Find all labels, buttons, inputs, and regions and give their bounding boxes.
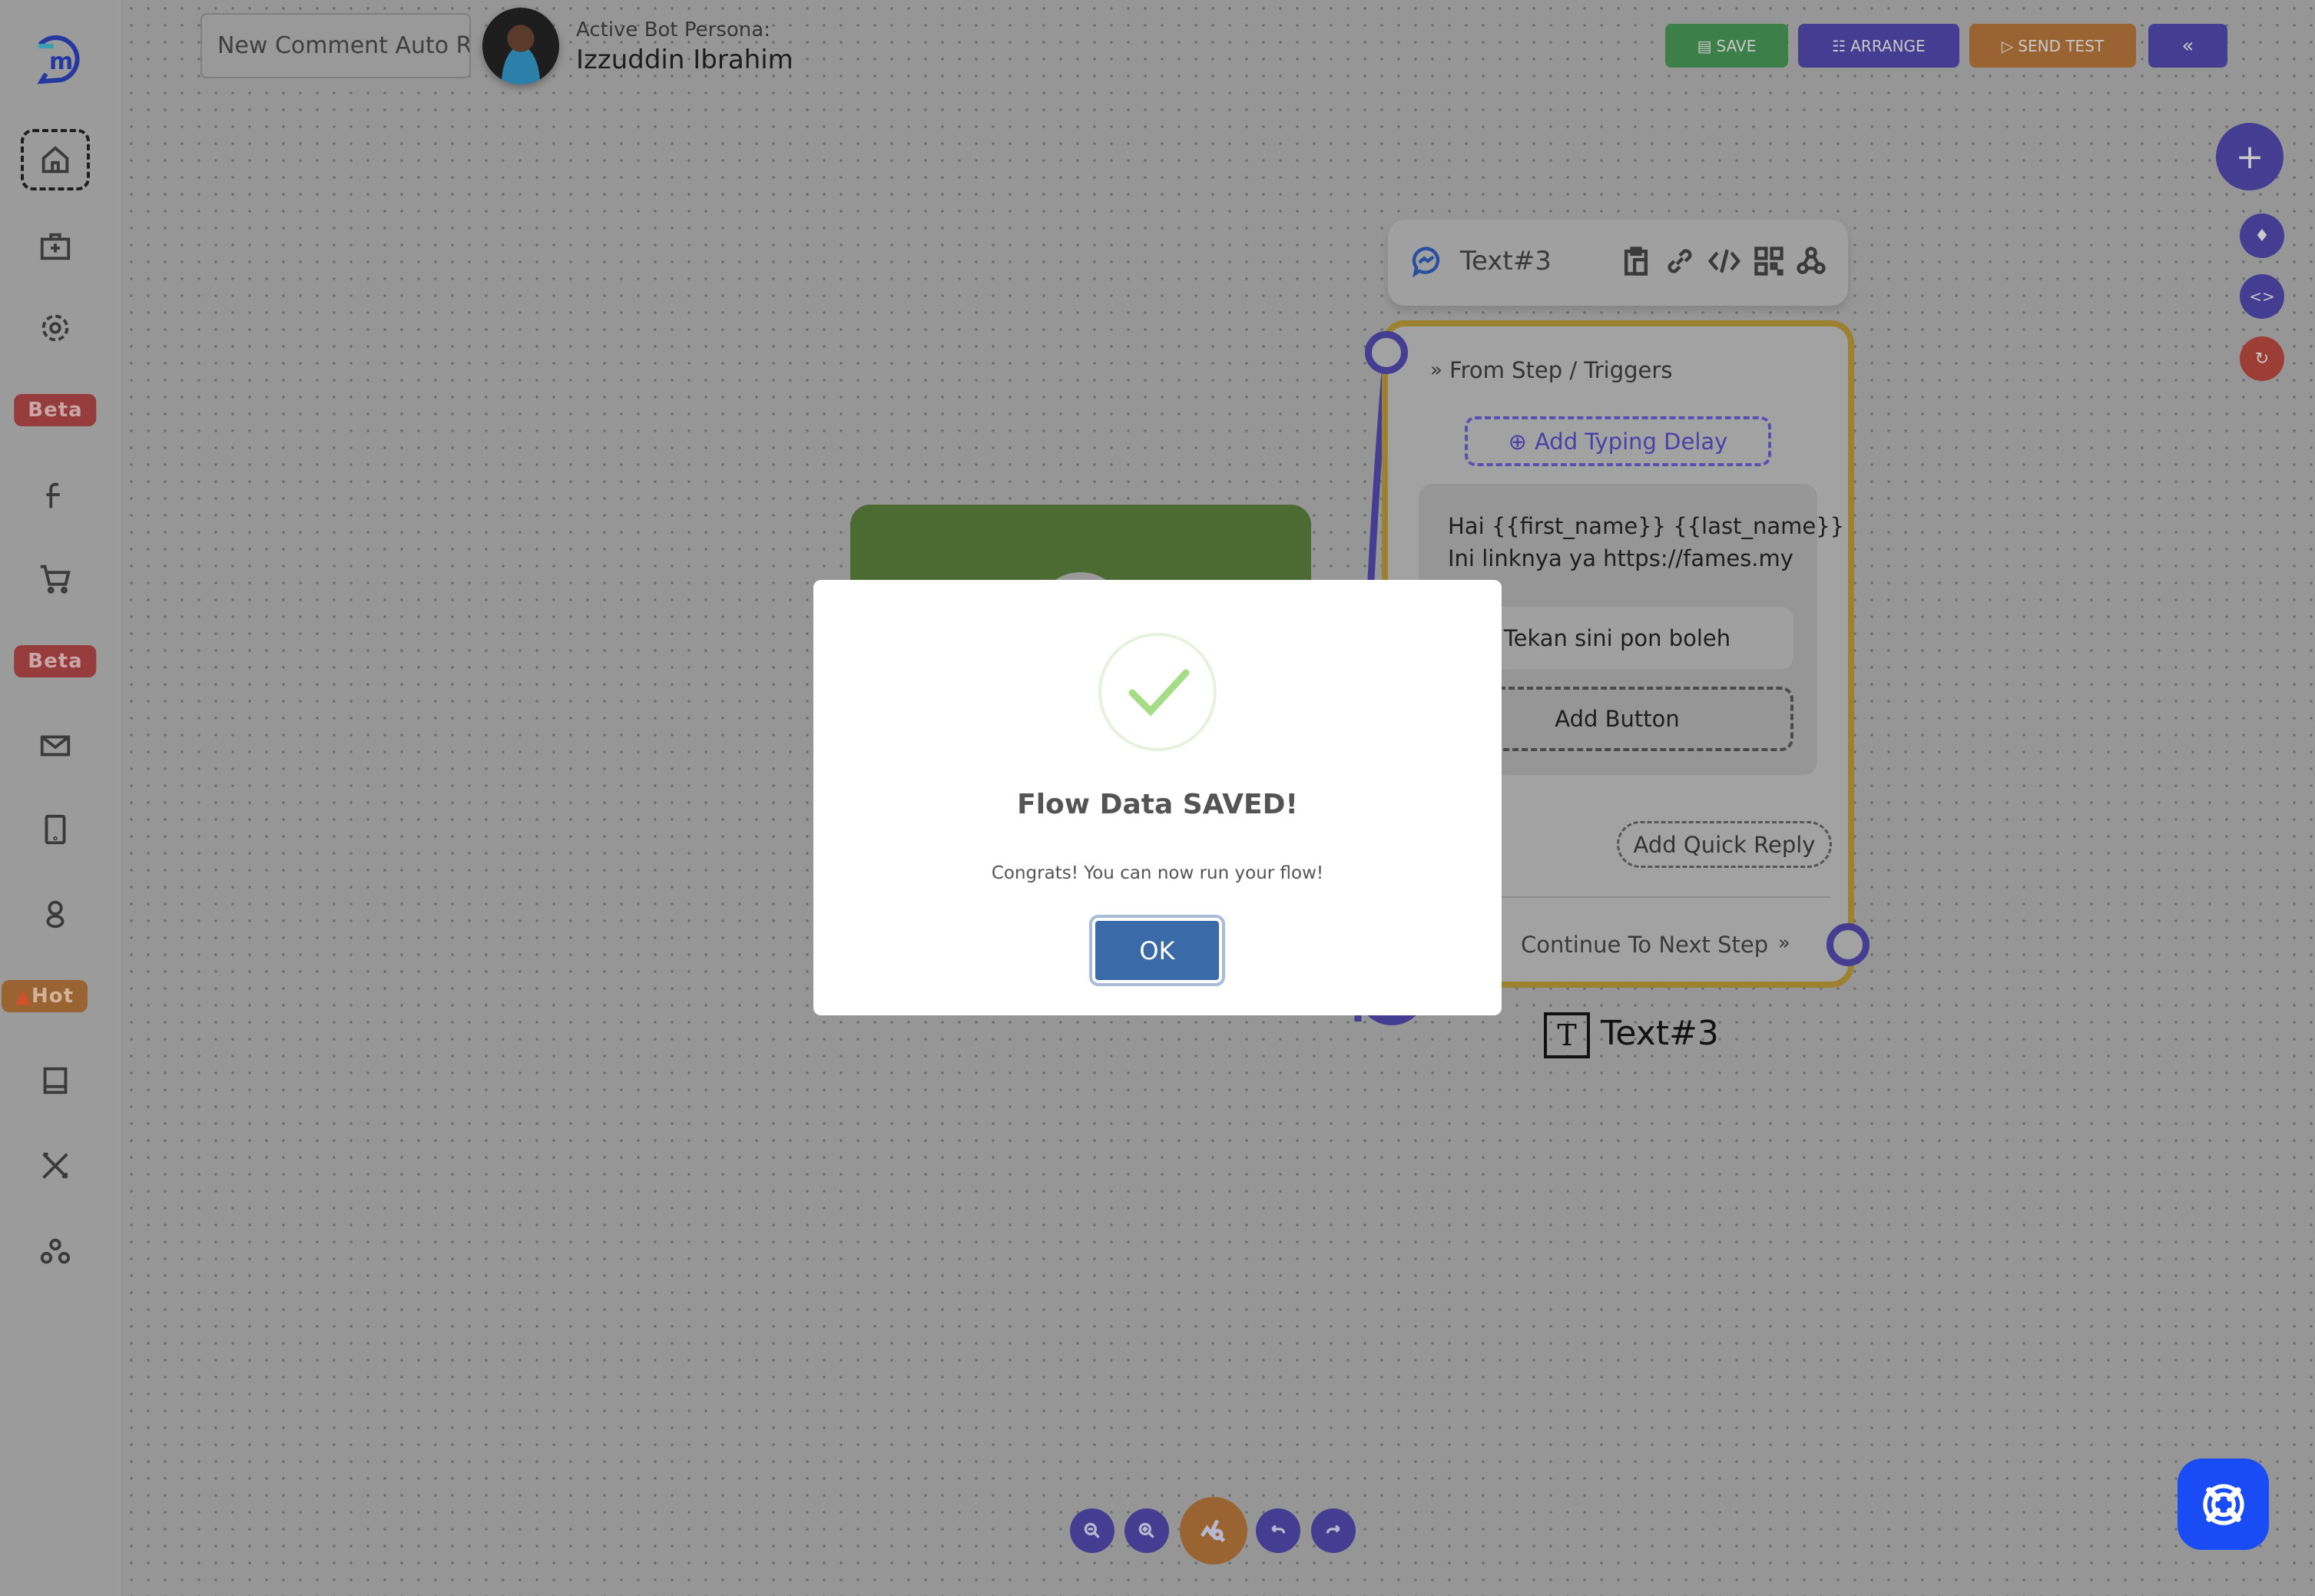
chevron-right-icon: » [1430,359,1442,382]
sidebar-item-home[interactable] [21,129,90,190]
undo-icon [1271,1525,1286,1534]
text-type-icon: T [1544,1012,1590,1058]
beta-badge: Beta [14,645,97,677]
node-toolbar: Text#3 [1388,220,1848,306]
fire-icon: ▲ [15,985,31,1008]
arrange-label: ARRANGE [1850,36,1926,55]
plus-circle-icon: ⊕ [1508,428,1527,455]
reset-button[interactable]: ↻ [2240,336,2284,381]
sidebar-item-settings[interactable] [38,310,73,346]
tablet-icon [38,812,73,847]
sidebar: m Beta Beta ▲Hot [0,0,123,1596]
clipboard-icon[interactable] [1619,244,1653,281]
plus-icon: + [2235,137,2264,177]
google-icon [38,896,73,932]
zoom-out-icon [1084,1522,1100,1538]
dialog-message: Congrats! You can now run your flow! [991,863,1324,883]
sidebar-item-facebook[interactable] [38,478,73,514]
add-typing-delay-label: Add Typing Delay [1534,428,1728,455]
redo-icon [1326,1525,1340,1534]
lifebuoy-icon [2202,1483,2244,1525]
add-typing-delay-button[interactable]: ⊕ Add Typing Delay [1465,416,1771,466]
sitemap-icon: ☷ [1832,36,1846,55]
cart-icon [38,561,73,596]
sidebar-item-beta-2[interactable]: Beta [14,645,97,677]
save-button[interactable]: ▤ SAVE [1665,24,1788,68]
sidebar-item-email[interactable] [38,728,73,763]
continue-next-step-label: Continue To Next Step [1521,932,1769,958]
book-icon [38,1063,73,1098]
message-line: Hai {{first_name}} {{last_name}} [1448,513,1845,539]
app-logo[interactable]: m [31,31,89,86]
message-line: Ini linknya ya https://fames.my [1448,545,1793,571]
node-title: Text#3 [1460,246,1552,276]
persona-label: Active Bot Persona: [576,18,770,41]
chart-search-icon [1200,1519,1226,1543]
flow-title-input[interactable]: New Comment Auto R [200,13,471,78]
sidebar-item-sms[interactable] [38,812,73,847]
sidebar-item-integrations[interactable] [38,1234,73,1270]
ok-button[interactable]: OK [1089,915,1225,986]
tag-icon: ♦ [2254,226,2270,246]
arrange-button[interactable]: ☷ ARRANGE [1798,24,1959,68]
save-label: SAVE [1716,36,1757,55]
link-icon[interactable] [1663,244,1697,281]
double-chevron-left-icon: « [2181,34,2194,58]
messenger-icon [1409,244,1443,281]
redo-button[interactable] [1311,1508,1356,1553]
input-connector[interactable] [1365,331,1408,374]
medkit-icon [38,229,73,264]
tools-icon [38,1148,73,1184]
from-step-label: From Step / Triggers [1449,357,1673,383]
tag-button[interactable]: ♦ [2240,214,2284,258]
help-button[interactable] [2178,1459,2269,1550]
hot-badge: ▲Hot [1,980,88,1012]
divider [1499,896,1830,898]
dialog-title: Flow Data SAVED! [1017,789,1298,820]
collapse-button[interactable]: « [2148,24,2227,68]
nodes-icon [38,1234,73,1270]
node-caption: Text#3 [1601,1014,1719,1053]
send-test-button[interactable]: ▷ SEND TEST [1969,24,2136,68]
mail-icon [38,728,73,763]
beta-badge: Beta [14,394,97,426]
gear-icon [38,310,73,346]
sidebar-item-new-flow[interactable] [38,229,73,264]
send-icon: ▷ [2001,36,2014,55]
chevron-right-icon: » [1778,932,1790,955]
undo-button[interactable] [1256,1508,1300,1553]
qr-code-icon[interactable] [1752,244,1786,281]
success-dialog: Flow Data SAVED! Congrats! You can now r… [813,580,1502,1015]
floppy-icon: ▤ [1697,36,1712,55]
sidebar-item-hot[interactable]: ▲Hot [1,980,88,1012]
facebook-icon [38,478,73,514]
output-connector[interactable] [1826,923,1870,966]
sidebar-item-shop[interactable] [38,561,73,596]
zoom-out-button[interactable] [1070,1508,1114,1553]
code-button[interactable]: <> [2240,274,2284,319]
refresh-icon: ↻ [2254,349,2270,369]
hot-label: Hot [31,985,75,1008]
zoom-in-icon [1138,1522,1154,1538]
sidebar-item-beta-1[interactable]: Beta [14,394,97,426]
sidebar-item-docs[interactable] [38,1063,73,1098]
sidebar-item-google[interactable] [38,896,73,932]
home-icon [38,142,73,177]
code-icon: <> [2249,287,2275,306]
webhook-icon[interactable] [1794,244,1828,281]
send-test-label: SEND TEST [2018,36,2105,55]
svg-text:m: m [49,48,73,75]
sidebar-item-tools[interactable] [38,1148,73,1184]
persona-name: Izzuddin Ibrahim [576,45,793,75]
success-check-icon [1098,633,1217,751]
add-step-button[interactable]: + [2216,123,2284,190]
fit-view-button[interactable] [1180,1497,1247,1565]
avatar[interactable] [482,8,559,84]
add-quick-reply-button[interactable]: Add Quick Reply [1617,821,1832,868]
zoom-in-button[interactable] [1124,1508,1169,1553]
code-icon[interactable] [1707,244,1741,281]
